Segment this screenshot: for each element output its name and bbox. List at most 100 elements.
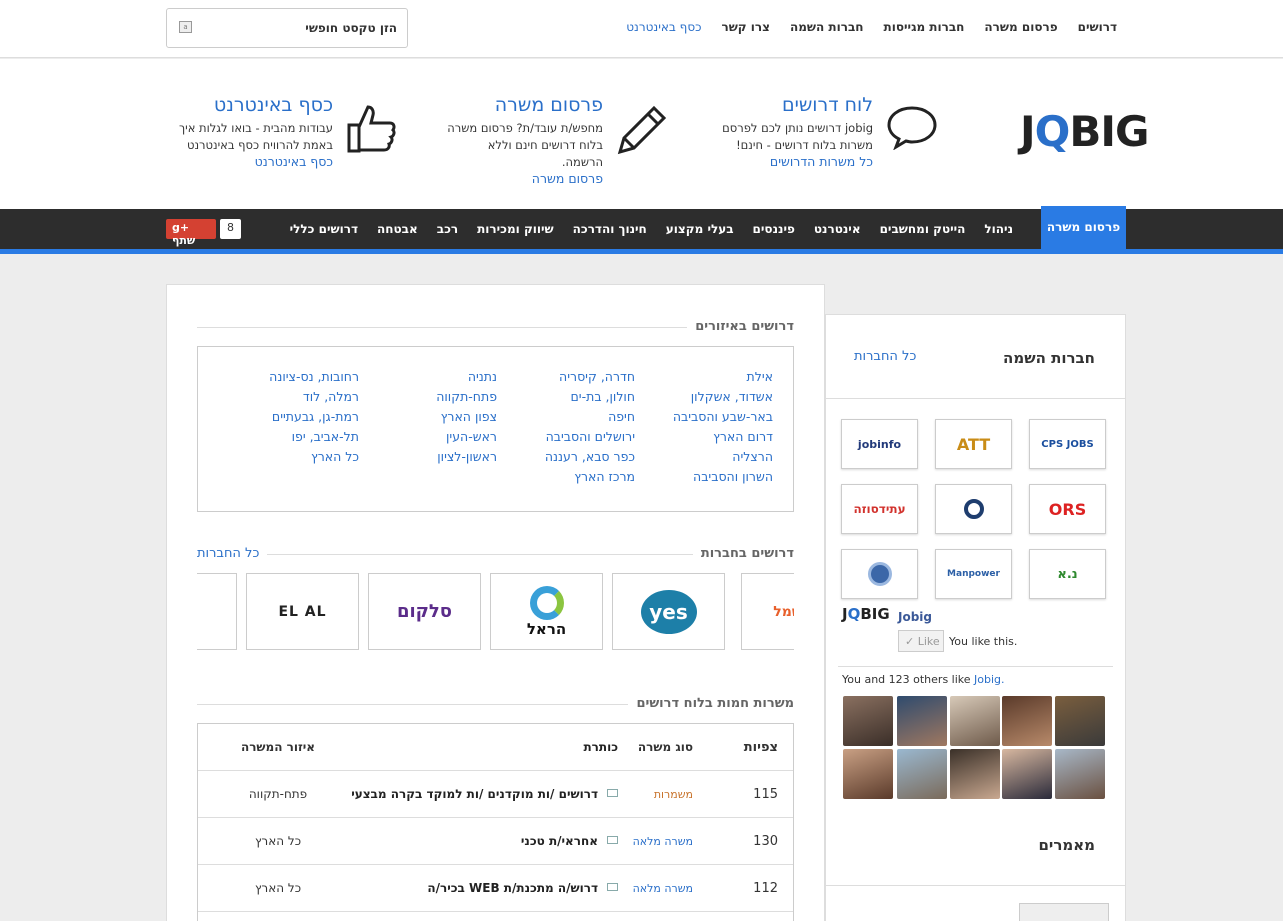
placement-logo[interactable] <box>841 549 918 599</box>
region-link[interactable]: פתח-תקווה <box>436 387 497 407</box>
region-link[interactable]: רחובות, נס-ציונה <box>269 367 359 387</box>
top-nav-jobs[interactable]: דרושים <box>1078 20 1117 34</box>
region-link[interactable]: תל-אביב, יפו <box>269 427 359 447</box>
region-link[interactable]: מרכז הארץ <box>545 467 635 487</box>
region-link[interactable]: השרון והסביבה <box>673 467 773 487</box>
region-link[interactable]: חיפה <box>545 407 635 427</box>
article-thumbnail[interactable] <box>1019 903 1109 921</box>
promo-desc: משרות בלוח דרושים - חינם! <box>736 138 873 152</box>
region-link[interactable]: ראש-העין <box>436 427 497 447</box>
placement-logo[interactable]: CPS JOBS <box>1029 419 1106 469</box>
company-logo-electric[interactable]: החשמל <box>741 573 794 650</box>
nav-item[interactable]: ניהול <box>984 222 1013 236</box>
nav-item[interactable]: הייטק ומחשבים <box>880 222 966 236</box>
placement-logo[interactable]: jobinfo <box>841 419 918 469</box>
top-nav-contact[interactable]: צרו קשר <box>721 20 770 34</box>
promo-link[interactable]: כל משרות הדרושים <box>713 154 873 169</box>
promo-link[interactable]: כסף באינטרנט <box>173 154 333 169</box>
top-nav-internet-money[interactable]: כסף באינטרנט <box>626 20 701 34</box>
top-nav-post-job[interactable]: פרסום משרה <box>984 20 1057 34</box>
job-views: 115 <box>753 787 778 802</box>
nav-item[interactable]: אבטחה <box>377 222 418 236</box>
region-link[interactable]: נתניה <box>436 367 497 387</box>
avatar[interactable] <box>1055 749 1105 799</box>
fb-page-logo[interactable]: JQBIG <box>842 605 890 623</box>
region-link[interactable]: באר-שבע והסביבה <box>673 407 773 427</box>
avatar[interactable] <box>1002 749 1052 799</box>
fb-like-button[interactable]: ✓ Like <box>898 630 944 652</box>
job-type: משרה מלאה <box>632 882 693 895</box>
placement-logo[interactable] <box>935 484 1012 534</box>
site-header: JQBIG לוח דרושים jobig דרושים נותן לכם ל… <box>0 59 1283 209</box>
region-link[interactable]: צפון הארץ <box>436 407 497 427</box>
search-placeholder: הזן טקסט חופשי <box>305 21 397 35</box>
nav-item[interactable]: רכב <box>437 222 458 236</box>
keyboard-icon[interactable]: a <box>179 21 192 33</box>
avatar[interactable] <box>897 749 947 799</box>
placement-logo[interactable]: עתידסוזה <box>841 484 918 534</box>
avatar[interactable] <box>1055 696 1105 746</box>
fb-page-link[interactable]: Jobig. <box>974 673 1005 686</box>
articles-divider <box>826 885 1125 886</box>
sidebar-all-link[interactable]: כל החברות <box>854 349 916 364</box>
promo-title[interactable]: לוח דרושים <box>713 94 873 116</box>
placement-logo[interactable]: Manpower <box>935 549 1012 599</box>
companies-all-link[interactable]: כל החברות <box>197 546 268 561</box>
google-plus-share-button[interactable]: g+ שתף <box>166 219 216 247</box>
company-logo-elal[interactable]: EL AL <box>246 573 359 650</box>
company-logo-cellcom[interactable]: סלקום <box>368 573 481 650</box>
nav-post-job[interactable]: פרסום משרה <box>1041 206 1126 249</box>
region-link[interactable]: אשדוד, אשקלון <box>673 387 773 407</box>
promo-title[interactable]: פרסום משרה <box>443 94 603 116</box>
nav-item[interactable]: בעלי מקצוע <box>666 222 734 236</box>
region-link[interactable]: חולון, בת-ים <box>545 387 635 407</box>
region-link[interactable]: חדרה, קיסריה <box>545 367 635 387</box>
share-label: שתף <box>172 234 196 247</box>
fb-others-text: You and 123 others like <box>842 673 971 686</box>
site-logo[interactable]: JQBIG <box>1020 107 1149 156</box>
region-link[interactable]: אילת <box>673 367 773 387</box>
fb-page-name[interactable]: Jobig <box>898 610 932 624</box>
region-link[interactable]: כפר סבא, רעננה <box>545 447 635 467</box>
job-title[interactable]: דרושים /ות מוקדנים /ות למוקד בקרה מבצעי <box>351 787 598 801</box>
articles-title: מאמרים <box>1038 836 1095 854</box>
region-link[interactable]: רמת-גן, גבעתיים <box>269 407 359 427</box>
top-nav-hiring-companies[interactable]: חברות מגייסות <box>884 20 965 34</box>
nav-item[interactable]: אינטרנט <box>814 222 861 236</box>
company-logo-harel[interactable]: הראל <box>490 573 603 650</box>
avatar[interactable] <box>897 696 947 746</box>
nav-item[interactable]: שיווק ומכירות <box>477 222 554 236</box>
job-title[interactable]: דרוש/ה מתכנת/ת WEB בכיר/ה <box>427 881 598 895</box>
search-input[interactable]: הזן טקסט חופשי a <box>166 8 408 48</box>
avatar[interactable] <box>1002 696 1052 746</box>
region-link[interactable]: רמלה, לוד <box>269 387 359 407</box>
region-link[interactable]: הרצליה <box>673 447 773 467</box>
table-row[interactable]: 130 משרה מלאה אחראי/ת טכני כל הארץ <box>198 818 793 865</box>
table-row[interactable]: 115 משמרות דרושים /ות מוקדנים /ות למוקד … <box>198 771 793 818</box>
job-title[interactable]: אחראי/ת טכני <box>521 834 598 848</box>
company-logo-g[interactable]: G <box>197 573 237 650</box>
companies-header: דרושים בחברות כל החברות <box>197 546 794 561</box>
avatar[interactable] <box>950 749 1000 799</box>
nav-item[interactable]: פיננסים <box>753 222 795 236</box>
placement-logo[interactable]: ATT <box>935 419 1012 469</box>
placement-logo[interactable]: ORS <box>1029 484 1106 534</box>
region-link[interactable]: ירושלים והסביבה <box>545 427 635 447</box>
nav-item[interactable]: דרושים כללי <box>290 222 358 236</box>
promo-link[interactable]: פרסום משרה <box>443 171 603 186</box>
region-link[interactable]: כל הארץ <box>269 447 359 467</box>
top-nav-placement-companies[interactable]: חברות השמה <box>790 20 864 34</box>
avatar[interactable] <box>950 696 1000 746</box>
regions-box: אילת אשדוד, אשקלון באר-שבע והסביבה דרום … <box>197 346 794 512</box>
placement-logo[interactable]: נ.א <box>1029 549 1106 599</box>
table-row[interactable]: 112 משרה מלאה דרוש/ה מתכנת/ת WEB בכיר/ה … <box>198 865 793 912</box>
nav-item[interactable]: חינוך והדרכה <box>573 222 647 236</box>
avatar[interactable] <box>843 749 893 799</box>
region-link[interactable]: דרום הארץ <box>673 427 773 447</box>
region-link[interactable]: ראשון-לציון <box>436 447 497 467</box>
regions-title: דרושים באיזורים <box>687 319 794 334</box>
promo-title[interactable]: כסף באינטרנט <box>173 94 333 116</box>
avatar[interactable] <box>843 696 893 746</box>
company-logo-yes[interactable]: yes <box>612 573 725 650</box>
envelope-icon <box>607 836 618 844</box>
